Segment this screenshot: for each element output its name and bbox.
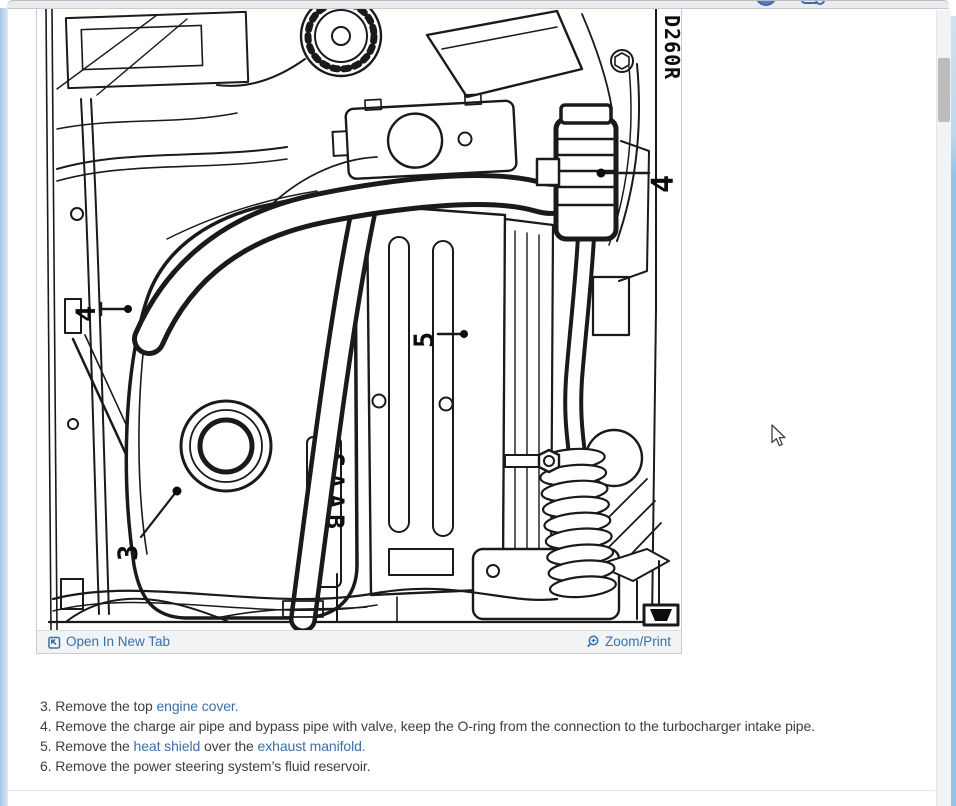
callout-5: 5 <box>409 332 440 348</box>
step-line: 4. Remove the charge air pipe and bypass… <box>40 716 900 736</box>
callout-3: 3 <box>113 545 144 561</box>
scrollbar-thumb[interactable] <box>938 58 950 122</box>
step-text: Remove the power steering system’s fluid… <box>55 758 370 774</box>
engine-line-drawing: SAAB <box>37 9 681 630</box>
page-scrollbar[interactable] <box>936 10 951 806</box>
step-text: Remove the <box>55 738 133 754</box>
step-text: over the <box>200 738 257 754</box>
open-in-new-tab-link[interactable]: Open In New Tab <box>47 635 170 649</box>
window-edge-right <box>951 16 956 806</box>
engine-diagram-image: SAAB <box>37 9 681 630</box>
step-text: Remove the top <box>55 698 156 714</box>
step-number: 4. <box>40 718 55 734</box>
step-text: Remove the charge air pipe and bypass pi… <box>55 718 815 734</box>
step-number: 6. <box>40 758 55 774</box>
step-number: 5. <box>40 738 55 754</box>
diagram-viewer: SAAB <box>36 8 682 654</box>
step-number: 3. <box>40 698 55 714</box>
steps-list: 3. Remove the top engine cover.4. Remove… <box>40 696 900 776</box>
scan-corner-mark <box>644 605 678 625</box>
step-link[interactable]: exhaust manifold. <box>258 738 366 754</box>
step-link[interactable]: heat shield <box>134 738 201 754</box>
viewer-footer-bar: Open In New Tab Zoom/Print <box>37 630 681 653</box>
figure-code-label: D260R <box>660 15 681 80</box>
section-divider <box>8 790 935 791</box>
step-line: 5. Remove the heat shield over the exhau… <box>40 736 900 756</box>
zoom-print-link[interactable]: Zoom/Print <box>586 635 671 649</box>
chat-icon[interactable] <box>801 0 823 4</box>
open-in-new-tab-label: Open In New Tab <box>66 635 170 649</box>
zoom-magnifier-icon <box>586 635 600 649</box>
open-in-new-tab-icon <box>47 635 61 649</box>
step-line: 6. Remove the power steering system’s fl… <box>40 756 900 776</box>
window-edge-left <box>0 8 8 806</box>
step-line: 3. Remove the top engine cover. <box>40 696 900 716</box>
callout-4-left: 4 <box>71 306 102 322</box>
callout-4-right: 4 <box>646 175 681 193</box>
mouse-cursor <box>771 424 787 448</box>
zoom-print-label: Zoom/Print <box>605 635 671 649</box>
user-avatar-icon[interactable] <box>755 0 777 6</box>
step-link[interactable]: engine cover. <box>157 698 239 714</box>
